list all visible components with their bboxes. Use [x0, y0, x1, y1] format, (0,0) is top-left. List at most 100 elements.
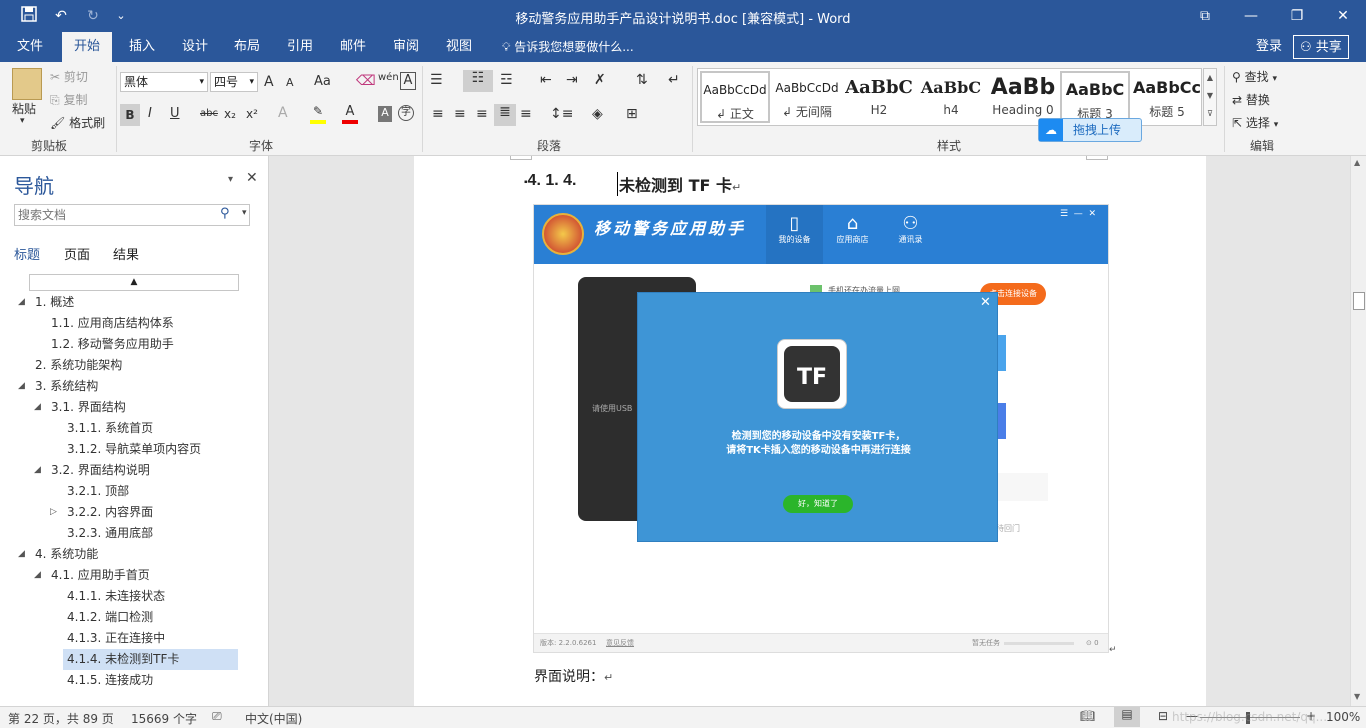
font-name-select[interactable]: 黑体 ▾ [120, 72, 208, 92]
bold-button[interactable]: B [120, 104, 140, 126]
tab-references[interactable]: 引用 [283, 32, 317, 62]
distributed-icon[interactable]: ≡ [520, 106, 532, 122]
superscript-button[interactable]: x² [246, 107, 258, 121]
collapse-icon[interactable]: ◢ [18, 549, 25, 559]
collapse-up-icon[interactable]: ▲ [29, 274, 239, 291]
gallery-scroll[interactable]: ▲ ▼ ⊽ [1203, 68, 1217, 126]
proofing-icon[interactable]: ⎚ [212, 709, 222, 724]
minimize-button[interactable]: — [1228, 0, 1274, 32]
align-right-icon[interactable]: ≡ [476, 106, 488, 122]
enclose-char-icon[interactable]: 字 [398, 105, 414, 121]
collapse-icon[interactable]: ◢ [34, 402, 41, 412]
nav-options-icon[interactable]: ▾ [228, 174, 233, 185]
scroll-up-icon[interactable]: ▲ [1354, 158, 1360, 167]
shrink-font-icon[interactable]: A [286, 76, 294, 89]
nav-heading-item[interactable]: 1.1. 应用商店结构体系 [47, 313, 238, 334]
tell-me-box[interactable]: 💡︎ 告诉我您想要做什么... [498, 32, 638, 62]
style-h2[interactable]: AaBbC H2 [844, 71, 914, 123]
style-no-spacing[interactable]: AaBbCcDd ↲ 无间隔 [772, 71, 842, 123]
paste-dropdown-icon[interactable]: ▾ [20, 116, 25, 126]
collapse-icon[interactable]: ◢ [34, 570, 41, 580]
vertical-scrollbar[interactable]: ▲ ▼ [1350, 156, 1366, 706]
web-layout-icon[interactable]: ⊟ [1158, 709, 1168, 723]
nav-heading-item[interactable]: 1. 概述 [31, 292, 238, 313]
paste-button[interactable]: 粘贴 [12, 100, 36, 117]
nav-heading-item[interactable]: 4.1.4. 未检测到TF卡 [63, 649, 238, 670]
increase-indent-icon[interactable]: ⇥ [566, 72, 578, 88]
restore-button[interactable]: ❐ [1274, 0, 1320, 32]
nav-heading-item[interactable]: 4.1. 应用助手首页 [47, 565, 238, 586]
tab-insert[interactable]: 插入 [125, 32, 159, 62]
replace-button[interactable]: ⇄ 替换 [1232, 91, 1270, 108]
nav-heading-item[interactable]: 4.1.3. 正在连接中 [63, 628, 238, 649]
style-heading3[interactable]: AaBbC标题 3 Ch... [1060, 71, 1130, 123]
char-border-icon[interactable]: A [400, 72, 416, 90]
close-button[interactable]: ✕ [1320, 0, 1366, 32]
nav-heading-item[interactable]: 1.2. 移动警务应用助手 [47, 334, 238, 355]
style-normal[interactable]: AaBbCcDd ↲ 正文 [700, 71, 770, 123]
page-count[interactable]: 第 22 页，共 89 页 [8, 710, 114, 727]
format-painter-button[interactable]: 🖌︎ 格式刷 [50, 114, 105, 131]
scroll-thumb[interactable] [1353, 292, 1365, 310]
copy-button[interactable]: ⎘ 复制 [50, 91, 87, 108]
cut-button[interactable]: ✂ 剪切 [50, 68, 88, 85]
collapse-icon[interactable]: ◢ [34, 465, 41, 475]
style-heading0[interactable]: AaBb Heading 0 [988, 71, 1058, 123]
scroll-down-icon[interactable]: ▼ [1354, 692, 1360, 701]
ribbon-display-icon[interactable]: ⧉ [1182, 0, 1228, 32]
borders-icon[interactable]: ⊞ [626, 106, 638, 122]
tab-mailings[interactable]: 邮件 [336, 32, 370, 62]
nav-heading-item[interactable]: 4.1.5. 连接成功 [63, 670, 238, 691]
align-left-icon[interactable]: ≡ [432, 106, 444, 122]
tab-view[interactable]: 视图 [442, 32, 476, 62]
italic-button[interactable]: I [148, 106, 152, 121]
close-icon[interactable]: ✕ [246, 170, 258, 186]
find-button[interactable]: ⚲ 查找 ▾ [1232, 68, 1277, 85]
nav-heading-item[interactable]: 3.1. 界面结构 [47, 397, 238, 418]
share-button[interactable]: ⚇ 共享 [1293, 35, 1349, 59]
nav-tab-pages[interactable]: 页面 [64, 244, 90, 263]
nav-heading-item[interactable]: 3.2.3. 通用底部 [63, 523, 238, 544]
style-heading5[interactable]: AaBbCc 标题 5 [1132, 71, 1202, 123]
text-effects-icon[interactable]: A [278, 105, 288, 121]
nav-heading-item[interactable]: 3.1.2. 导航菜单项内容页 [63, 439, 238, 460]
grow-font-icon[interactable]: A [264, 74, 274, 90]
word-count[interactable]: 15669 个字 [131, 710, 197, 727]
chevron-down-icon[interactable]: ▾ [242, 208, 247, 218]
tab-review[interactable]: 审阅 [389, 32, 423, 62]
sort-icon[interactable]: ⇅ [636, 72, 648, 88]
tab-design[interactable]: 设计 [178, 32, 212, 62]
search-document-input[interactable] [14, 204, 250, 226]
change-case-icon[interactable]: Aa [314, 74, 331, 89]
login-link[interactable]: 登录 [1252, 32, 1286, 62]
upload-button[interactable]: ☁ 拖拽上传 [1038, 118, 1142, 142]
nav-heading-item[interactable]: 3.2. 界面结构说明 [47, 460, 238, 481]
phonetic-guide-icon[interactable]: wén [378, 72, 399, 83]
collapse-icon[interactable]: ◢ [18, 381, 25, 391]
decrease-indent-icon[interactable]: ⇤ [540, 72, 552, 88]
nav-heading-item[interactable]: 4.1.2. 端口检测 [63, 607, 238, 628]
tab-file[interactable]: 文件 [13, 32, 47, 62]
numbering-icon[interactable]: ☷ [463, 70, 493, 92]
paste-icon[interactable] [12, 68, 42, 100]
nav-heading-item[interactable]: 3.1.1. 系统首页 [63, 418, 238, 439]
nav-heading-item[interactable]: 2. 系统功能架构 [31, 355, 238, 376]
nav-heading-item[interactable]: 3.2.1. 顶部 [63, 481, 238, 502]
strikethrough-button[interactable]: abc [200, 108, 218, 119]
nav-tab-results[interactable]: 结果 [113, 244, 139, 263]
search-icon[interactable]: ⚲ [220, 206, 230, 221]
tab-layout[interactable]: 布局 [230, 32, 264, 62]
read-mode-icon[interactable]: 📖︎ [1080, 709, 1095, 723]
line-spacing-icon[interactable]: ↕≡ [550, 106, 573, 122]
align-center-icon[interactable]: ≡ [454, 106, 466, 122]
highlight-icon[interactable]: ✎ [310, 104, 326, 124]
nav-heading-item[interactable]: 4.1.1. 未连接状态 [63, 586, 238, 607]
style-h4[interactable]: AaBbC h4 [916, 71, 986, 123]
tab-home[interactable]: 开始 [62, 32, 113, 62]
expand-icon[interactable]: ▷ [50, 507, 57, 517]
language[interactable]: 中文(中国) [245, 710, 302, 727]
justify-icon[interactable]: ≣ [494, 104, 516, 126]
multilevel-list-icon[interactable]: ☲ [500, 72, 513, 88]
print-layout-icon[interactable]: ▤ [1114, 707, 1140, 727]
font-color-icon[interactable]: A [342, 104, 358, 124]
